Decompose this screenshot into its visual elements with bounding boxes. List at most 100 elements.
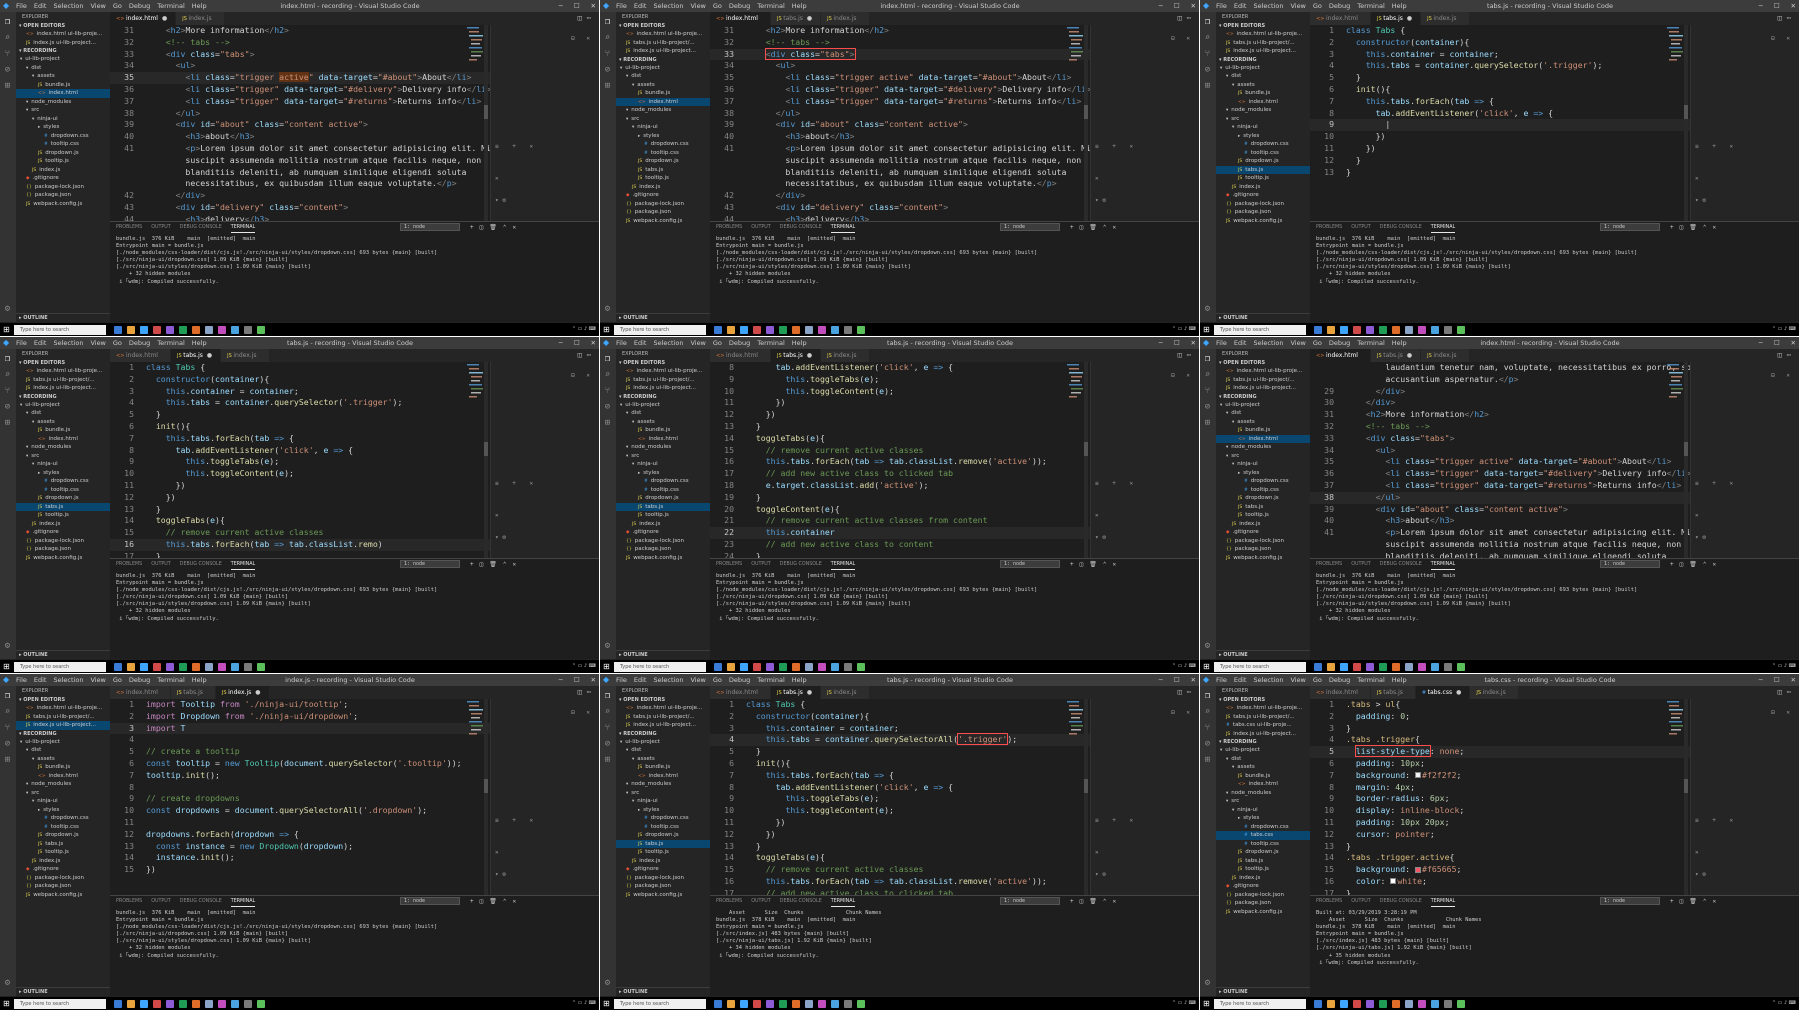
menu-help[interactable]: Help [792, 674, 807, 686]
tree-item[interactable]: # tooltip.css [16, 140, 110, 149]
menu-go[interactable]: Go [713, 674, 722, 686]
tree-item[interactable]: ◆ .gitignore [616, 191, 710, 200]
terminal-select[interactable]: 1: node [400, 897, 460, 905]
tree-item[interactable]: ▾ ui-lib-project [616, 401, 710, 410]
tree-item[interactable]: ▾ dist [1216, 409, 1310, 418]
debug-icon[interactable]: ⊘ [1203, 740, 1212, 749]
unsaved-dot-icon[interactable]: ● [807, 15, 812, 22]
tree-item[interactable]: JS bundle.js [16, 81, 110, 90]
taskbar-app-icon[interactable] [1353, 663, 1361, 671]
tab-index-html[interactable]: <> index.html [710, 349, 771, 362]
taskbar-app-icon[interactable] [831, 663, 839, 671]
more-actions-icon[interactable]: ⋯ [587, 351, 596, 359]
taskbar-app-icon[interactable] [140, 326, 148, 334]
tree-item[interactable]: JS tabs.js ui-lib-project/... [616, 713, 710, 722]
tree-item[interactable]: {} package-lock.json [1216, 537, 1310, 546]
gear-icon[interactable]: ⚙ [1203, 979, 1212, 988]
tree-item[interactable]: JS webpack.config.js [1216, 554, 1310, 563]
terminal-tab-problems[interactable]: PROBLEMS [116, 222, 142, 233]
outline-header[interactable]: ▸ OUTLINE [16, 650, 110, 659]
split-terminal-icon[interactable]: ◫ [1680, 224, 1690, 231]
tab-index-js[interactable]: JS index.js [821, 12, 870, 25]
tab-index-js[interactable]: JS index.js [821, 349, 870, 362]
minimize-button[interactable]: ─ [1759, 337, 1763, 349]
filter-icon[interactable]: ▾ ⚙ [1095, 197, 1106, 204]
tree-item[interactable]: JS index.js [16, 857, 110, 866]
taskbar-app-icon[interactable] [166, 1000, 174, 1008]
editor-scrollbar[interactable] [1084, 699, 1088, 895]
panel-toolbar-icon[interactable]: ≡ + ✕ [1695, 480, 1738, 487]
tree-item[interactable]: JS bundle.js [16, 763, 110, 772]
scrollbar-thumb[interactable] [1084, 442, 1088, 456]
open-editors-header[interactable]: ▾ OPEN EDITORS [1216, 22, 1310, 30]
tree-item[interactable]: # tabs.css ui-lib-proje... [1216, 721, 1310, 730]
tree-item[interactable]: ▸ styles [16, 806, 110, 815]
taskbar-app-icon[interactable] [1405, 1000, 1413, 1008]
menu-view[interactable]: View [690, 337, 705, 349]
tree-item[interactable]: JS webpack.config.js [16, 200, 110, 209]
trash-icon[interactable]: 🗑 [1689, 561, 1703, 568]
taskbar-app-icon[interactable] [805, 326, 813, 334]
tree-item[interactable]: ▾ ninja-ui [1216, 806, 1310, 815]
tree-item[interactable]: <> index.html [16, 89, 110, 98]
windows-start-icon[interactable]: ⊞ [1203, 326, 1211, 334]
tree-item[interactable]: <> index.html [1216, 780, 1310, 789]
menu-terminal[interactable]: Terminal [157, 0, 184, 12]
tree-item[interactable]: ▾ assets [16, 418, 110, 427]
tree-item[interactable]: ▾ src [1216, 797, 1310, 806]
tree-item[interactable]: JS tabs.js [616, 166, 710, 175]
open-editors-header[interactable]: ▾ OPEN EDITORS [1216, 696, 1310, 704]
tree-item[interactable]: # dropdown.css [616, 814, 710, 823]
menu-go[interactable]: Go [713, 0, 722, 12]
tree-item[interactable]: JS index.js [1216, 520, 1310, 529]
tree-item[interactable]: JS bundle.js [1216, 426, 1310, 435]
panel-close-icon[interactable]: ✕ [1095, 175, 1104, 182]
taskbar-search[interactable]: Type here to search [14, 325, 106, 335]
project-folder-header[interactable]: ▾ RECORDING [1216, 56, 1310, 64]
terminal-tab-terminal[interactable]: TERMINAL [1430, 222, 1456, 233]
menu-help[interactable]: Help [192, 674, 207, 686]
project-folder-header[interactable]: ▾ RECORDING [616, 56, 710, 64]
debug-icon[interactable]: ⊘ [1203, 66, 1212, 75]
taskbar-app-icon[interactable] [1418, 663, 1426, 671]
taskbar-app-icon[interactable] [753, 326, 761, 334]
tree-item[interactable]: JS index.js ui-lib-project... [1216, 47, 1310, 56]
taskbar-app-icon[interactable] [231, 1000, 239, 1008]
gear-icon[interactable]: ⚙ [603, 305, 612, 314]
taskbar-app-icon[interactable] [844, 663, 852, 671]
menu-edit[interactable]: Edit [34, 674, 47, 686]
panel-actions-icon[interactable]: ⊟ ✕ [1771, 35, 1794, 42]
tab-index-html[interactable]: <> index.html [1310, 686, 1371, 699]
panel-close-icon[interactable]: ✕ [1695, 849, 1704, 856]
terminal-tab-problems[interactable]: PROBLEMS [716, 559, 742, 570]
project-folder-header[interactable]: ▾ RECORDING [16, 393, 110, 401]
tree-item[interactable]: JS webpack.config.js [1216, 217, 1310, 226]
terminal-tab-terminal[interactable]: TERMINAL [830, 222, 856, 233]
tree-item[interactable]: JS bundle.js [616, 89, 710, 98]
extensions-icon[interactable]: ⊞ [3, 82, 12, 91]
minimap[interactable] [1666, 25, 1684, 85]
tree-item[interactable]: {} package-lock.json [16, 537, 110, 546]
tree-item[interactable]: JS tabs.js ui-lib-project/... [16, 376, 110, 385]
tab-tabs-js[interactable]: JS tabs.js ● [770, 349, 822, 362]
outline-header[interactable]: ▸ OUTLINE [616, 987, 710, 996]
tree-item[interactable]: <> index.html [16, 772, 110, 781]
terminal-tab-debug-console[interactable]: DEBUG CONSOLE [1380, 896, 1422, 907]
minimap[interactable] [466, 362, 484, 422]
maximize-panel-icon[interactable]: ⌃ [1703, 224, 1713, 231]
tree-item[interactable]: JS dropdown.js [1216, 494, 1310, 503]
menu-debug[interactable]: Debug [1329, 674, 1350, 686]
tab-index-js[interactable]: JS index.js [221, 349, 270, 362]
tree-item[interactable]: JS index.js ui-lib-project... [16, 384, 110, 393]
taskbar-search[interactable]: Type here to search [614, 662, 706, 672]
taskbar-app-icon[interactable] [779, 326, 787, 334]
maximize-button[interactable]: ☐ [1174, 674, 1180, 686]
unsaved-dot-icon[interactable]: ● [207, 352, 212, 359]
code-view[interactable]: 8 tab.addEventListener('click', e => {9 … [710, 362, 1090, 558]
menu-debug[interactable]: Debug [1329, 0, 1350, 12]
tree-item[interactable]: JS tabs.js ui-lib-project/... [16, 713, 110, 722]
tree-item[interactable]: JS tooltip.js [16, 157, 110, 166]
trash-icon[interactable]: 🗑 [1089, 898, 1103, 905]
tab-index-html[interactable]: <> index.html [1310, 349, 1371, 362]
tree-item[interactable]: ▾ src [16, 106, 110, 115]
